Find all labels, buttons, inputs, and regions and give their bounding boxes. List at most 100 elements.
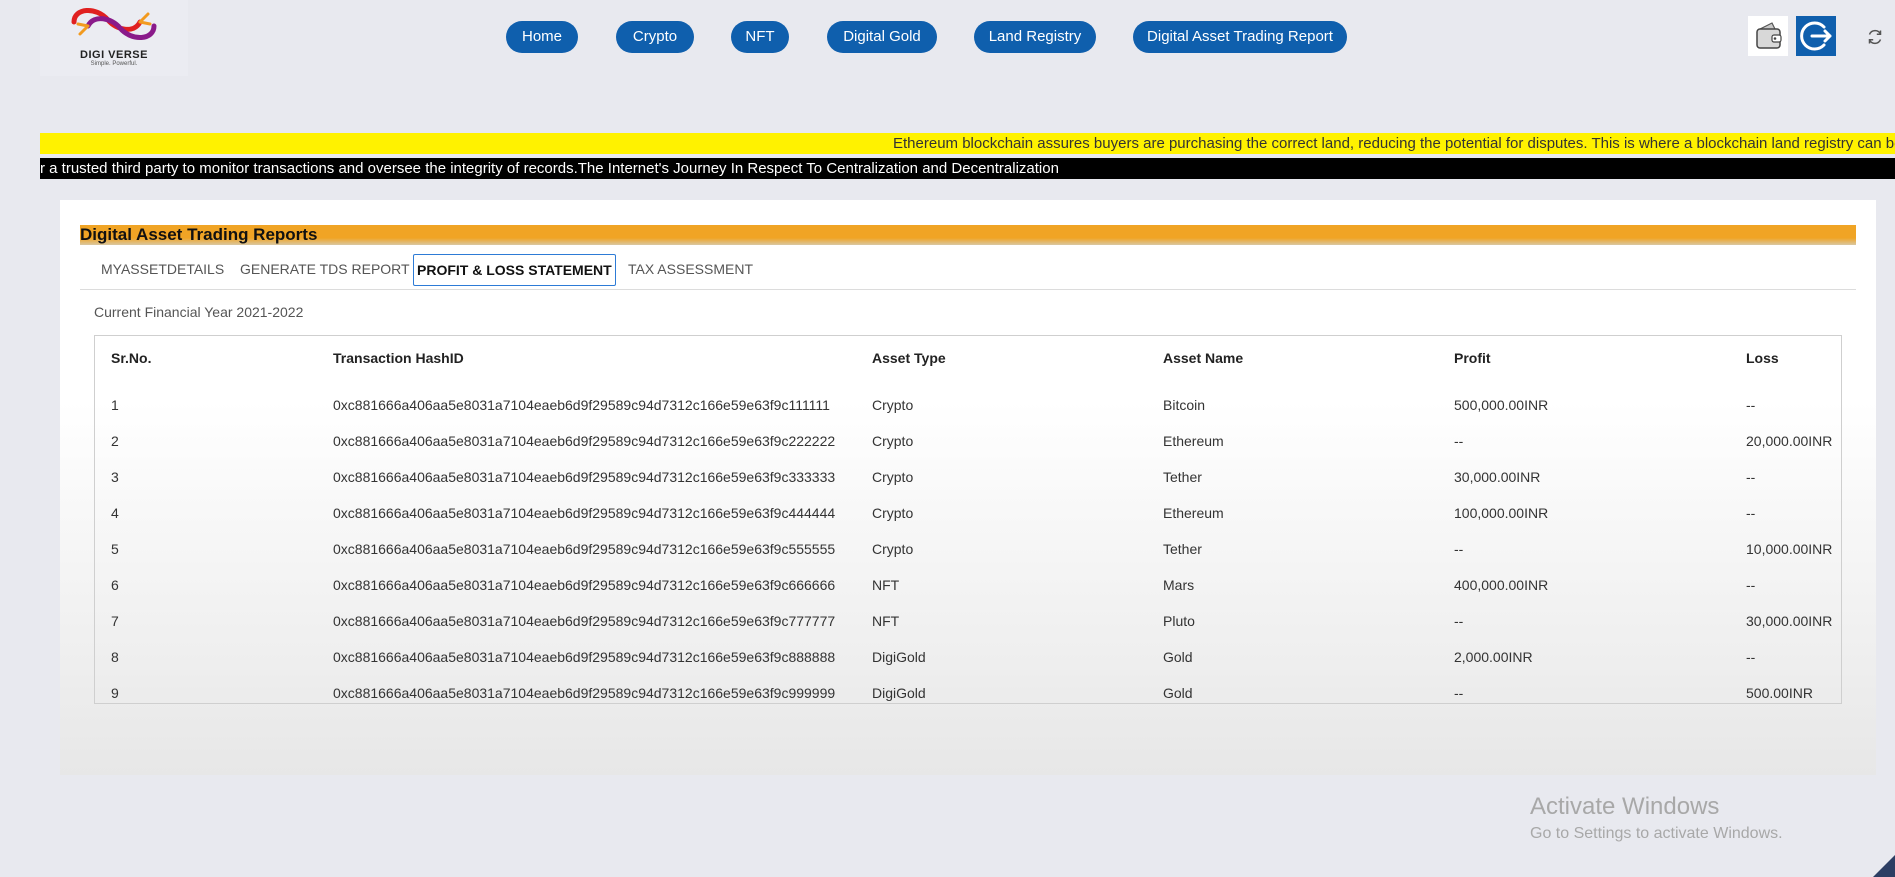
column-header-asset-type: Asset Type: [872, 350, 946, 366]
cell-asset-type: NFT: [872, 613, 900, 629]
table-row: 7 0xc881666a406aa5e8031a7104eaeb6d9f29589…: [95, 604, 1841, 640]
news-ticker-black: r a trusted third party to monitor trans…: [40, 158, 1895, 179]
column-header-profit: Profit: [1454, 350, 1491, 366]
cell-sr-no: 7: [111, 613, 119, 629]
nav-digital-gold[interactable]: Digital Gold: [827, 21, 937, 53]
logo-tagline: Simple. Powerful.: [90, 61, 138, 67]
tab-generate-tds-report[interactable]: GENERATE TDS REPORT: [240, 254, 410, 286]
cell-hash-id: 0xc881666a406aa5e8031a7104eaeb6d9f29589c…: [333, 685, 836, 701]
cell-profit: --: [1454, 685, 1464, 701]
cell-loss: 500.00INR: [1746, 685, 1813, 701]
cell-loss: --: [1746, 505, 1756, 521]
column-header-asset-name: Asset Name: [1163, 350, 1244, 366]
table-row: 2 0xc881666a406aa5e8031a7104eaeb6d9f29589…: [95, 424, 1841, 460]
tab-myassetdetails[interactable]: MYASSETDETAILS: [101, 254, 224, 286]
cell-profit: --: [1454, 541, 1464, 557]
cell-hash-id: 0xc881666a406aa5e8031a7104eaeb6d9f29589c…: [333, 577, 836, 593]
cell-asset-type: NFT: [872, 577, 900, 593]
wallet-icon: [1756, 22, 1782, 49]
ticker-yellow-text: Ethereum blockchain assures buyers are p…: [893, 135, 1895, 152]
cell-asset-name: Gold: [1163, 685, 1193, 701]
cell-profit: 2,000.00INR: [1454, 649, 1533, 665]
financial-year-label: Current Financial Year 2021-2022: [94, 304, 304, 320]
cell-loss: 10,000.00INR: [1746, 541, 1833, 557]
table-row: 9 0xc881666a406aa5e8031a7104eaeb6d9f29589…: [95, 676, 1841, 712]
nav-home[interactable]: Home: [506, 21, 578, 53]
nav-crypto[interactable]: Crypto: [616, 21, 694, 53]
cell-asset-type: Crypto: [872, 397, 914, 413]
tab-tax-assessment[interactable]: TAX ASSESSMENT: [628, 254, 753, 286]
cell-sr-no: 2: [111, 433, 119, 449]
cell-sr-no: 6: [111, 577, 119, 593]
cell-asset-type: Crypto: [872, 433, 914, 449]
table-row: 1 0xc881666a406aa5e8031a7104eaeb6d9f29589…: [95, 388, 1841, 424]
cell-loss: --: [1746, 469, 1756, 485]
logout-icon: [1800, 21, 1832, 51]
cell-asset-name: Bitcoin: [1163, 397, 1206, 413]
nav-digital-asset-trading-report[interactable]: Digital Asset Trading Report: [1133, 21, 1347, 53]
cell-asset-type: Crypto: [872, 541, 914, 557]
cell-hash-id: 0xc881666a406aa5e8031a7104eaeb6d9f29589c…: [333, 541, 836, 557]
cell-sr-no: 8: [111, 649, 119, 665]
cell-asset-name: Pluto: [1163, 613, 1195, 629]
cell-hash-id: 0xc881666a406aa5e8031a7104eaeb6d9f29589c…: [333, 649, 836, 665]
cell-loss: --: [1746, 397, 1756, 413]
logo-name: DIGI VERSE: [80, 49, 148, 61]
cell-sr-no: 3: [111, 469, 119, 485]
cell-loss: 30,000.00INR: [1746, 613, 1833, 629]
activate-windows-watermark: Activate Windows Go to Settings to activ…: [1530, 793, 1783, 843]
logo: DIGI VERSE Simple. Powerful.: [40, 0, 188, 76]
ticker-black-text: r a trusted third party to monitor trans…: [40, 160, 1059, 177]
refresh-icon: [1868, 29, 1882, 45]
cell-sr-no: 1: [111, 397, 119, 413]
table-row: 5 0xc881666a406aa5e8031a7104eaeb6d9f29589…: [95, 532, 1841, 568]
logout-button[interactable]: [1796, 16, 1836, 56]
nav-land-registry[interactable]: Land Registry: [974, 21, 1096, 53]
wallet-button[interactable]: [1748, 16, 1788, 56]
cell-hash-id: 0xc881666a406aa5e8031a7104eaeb6d9f29589c…: [333, 505, 836, 521]
cell-sr-no: 4: [111, 505, 119, 521]
table-row: 6 0xc881666a406aa5e8031a7104eaeb6d9f29589…: [95, 568, 1841, 604]
cell-profit: --: [1454, 613, 1464, 629]
corner-resize-handle: [1873, 855, 1895, 877]
cell-asset-name: Ethereum: [1163, 505, 1224, 521]
watermark-subtitle: Go to Settings to activate Windows.: [1530, 825, 1783, 842]
cell-profit: 400,000.00INR: [1454, 577, 1549, 593]
cell-hash-id: 0xc881666a406aa5e8031a7104eaeb6d9f29589c…: [333, 613, 836, 629]
watermark-title: Activate Windows: [1530, 793, 1720, 820]
table-row: 3 0xc881666a406aa5e8031a7104eaeb6d9f29589…: [95, 460, 1841, 496]
tab-profit-loss-statement[interactable]: PROFIT & LOSS STATEMENT: [413, 254, 616, 286]
report-panel: Digital Asset Trading Reports MYASSETDET…: [60, 200, 1876, 775]
cell-profit: --: [1454, 433, 1464, 449]
table-row: 4 0xc881666a406aa5e8031a7104eaeb6d9f29589…: [95, 496, 1841, 532]
report-tabs: MYASSETDETAILS GENERATE TDS REPORT PROFI…: [80, 247, 1856, 290]
cell-asset-name: Mars: [1163, 577, 1195, 593]
cell-asset-type: Crypto: [872, 469, 914, 485]
column-header-loss: Loss: [1746, 350, 1779, 366]
cell-sr-no: 9: [111, 685, 119, 701]
cell-loss: 20,000.00INR: [1746, 433, 1833, 449]
cell-asset-name: Tether: [1163, 469, 1202, 485]
cell-sr-no: 5: [111, 541, 119, 557]
refresh-button[interactable]: [1866, 28, 1884, 46]
cell-hash-id: 0xc881666a406aa5e8031a7104eaeb6d9f29589c…: [333, 433, 836, 449]
cell-asset-name: Ethereum: [1163, 433, 1224, 449]
cell-asset-type: DigiGold: [872, 649, 926, 665]
cell-hash-id: 0xc881666a406aa5e8031a7104eaeb6d9f29589c…: [333, 397, 830, 413]
column-header-hash-id: Transaction HashID: [333, 350, 464, 366]
logo-mark-icon: [71, 8, 157, 40]
cell-loss: --: [1746, 649, 1756, 665]
cell-profit: 500,000.00INR: [1454, 397, 1549, 413]
report-title: Digital Asset Trading Reports: [80, 225, 1856, 245]
column-header-sr-no: Sr.No.: [111, 350, 152, 366]
cell-asset-type: Crypto: [872, 505, 914, 521]
profit-loss-table: Sr.No. Transaction HashID Asset Type Ass…: [94, 335, 1842, 704]
nav-nft[interactable]: NFT: [731, 21, 789, 53]
cell-asset-type: DigiGold: [872, 685, 926, 701]
cell-profit: 100,000.00INR: [1454, 505, 1549, 521]
news-ticker-yellow: Ethereum blockchain assures buyers are p…: [40, 133, 1895, 154]
cell-asset-name: Gold: [1163, 649, 1193, 665]
cell-loss: --: [1746, 577, 1756, 593]
table-row: 8 0xc881666a406aa5e8031a7104eaeb6d9f29589…: [95, 640, 1841, 676]
cell-asset-name: Tether: [1163, 541, 1202, 557]
